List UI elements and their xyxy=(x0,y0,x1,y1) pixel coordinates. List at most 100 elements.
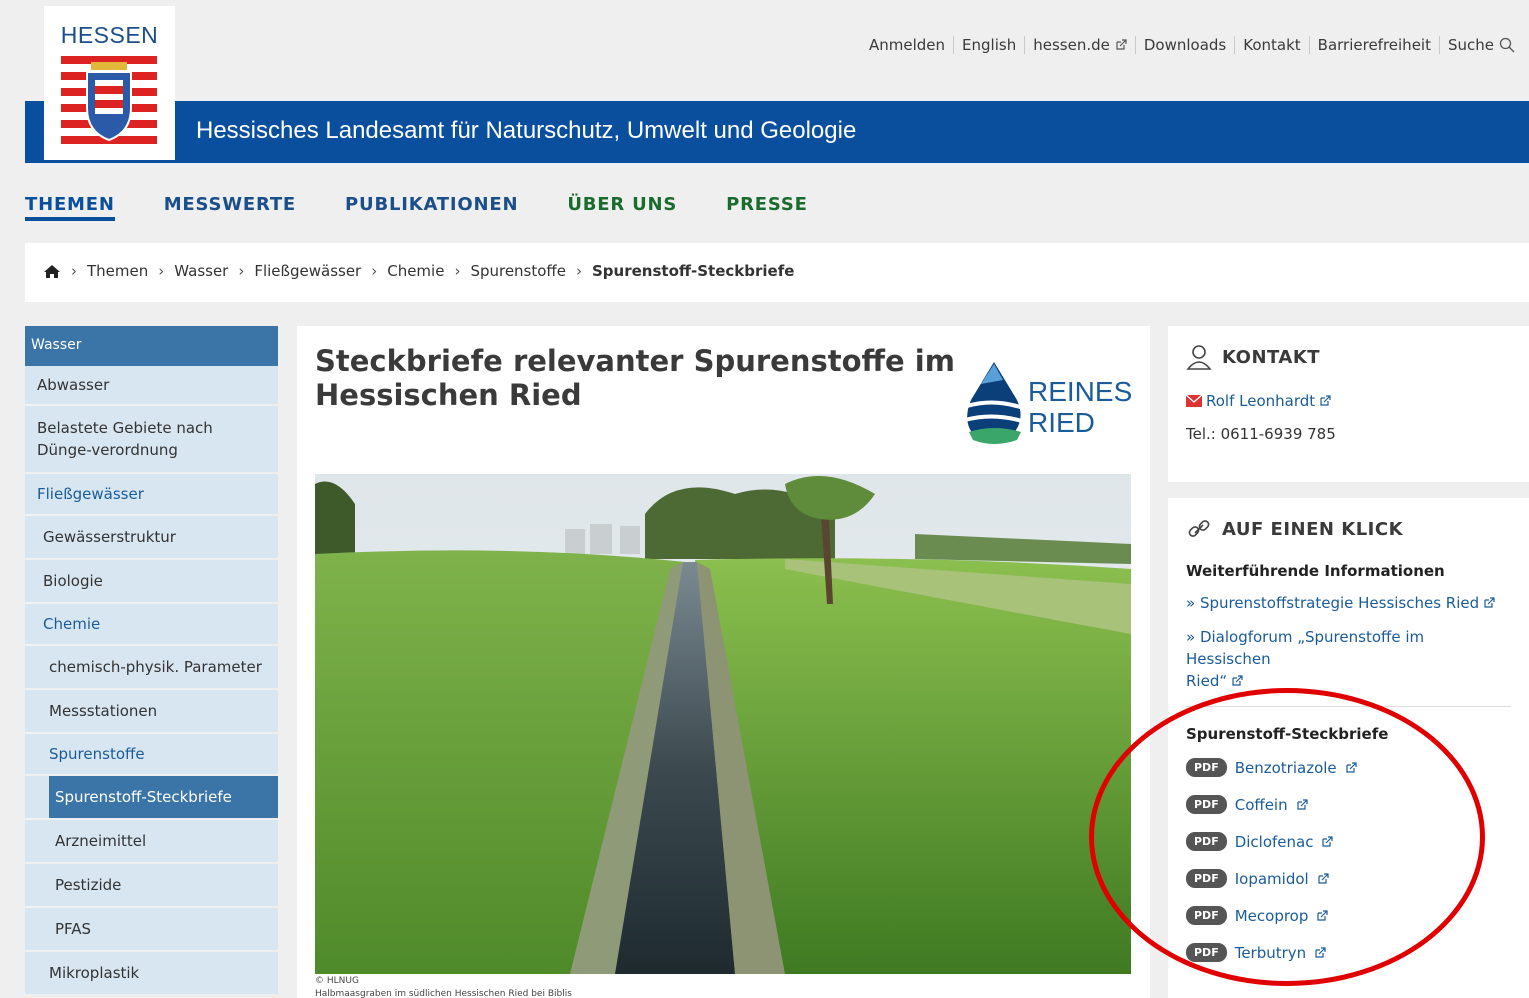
search-button[interactable]: Suche xyxy=(1438,36,1523,54)
quick-links-box: AUF EINEN KLICK Weiterführende Informati… xyxy=(1168,498,1529,998)
photo-caption: Halbmaasgraben im südlichen Hessischen R… xyxy=(315,989,572,998)
nav-publikationen[interactable]: PUBLIKATIONEN xyxy=(345,194,518,221)
hessen-de-label: hessen.de xyxy=(1033,36,1110,54)
sidebar-item-pfas[interactable]: PFAS xyxy=(25,908,278,952)
chevron-right-icon: › xyxy=(371,262,378,280)
kontakt-link[interactable]: Kontakt xyxy=(1234,36,1308,54)
quick-links-heading-label: AUF EINEN KLICK xyxy=(1222,518,1404,540)
photo-credit: © HLNUG xyxy=(315,976,359,986)
logo-line-1: REINES xyxy=(1028,376,1133,407)
hessen-de-link[interactable]: hessen.de xyxy=(1024,36,1135,54)
kontakt-phone: Tel.: 0611-6939 785 xyxy=(1186,425,1336,443)
sidebar-item-fliessgewaesser[interactable]: Fließgewässer xyxy=(25,474,278,516)
hessen-logo[interactable]: HESSEN xyxy=(44,6,175,160)
nav-presse[interactable]: PRESSE xyxy=(726,194,808,221)
external-link-icon xyxy=(1297,798,1308,810)
link-spurenstoffstrategie[interactable]: » Spurenstoffstrategie Hessisches Ried xyxy=(1186,594,1511,612)
breadcrumb-fliessgewaesser[interactable]: Fließgewässer xyxy=(254,262,361,280)
sidebar-item-mikroplastik[interactable]: Mikroplastik xyxy=(25,952,278,996)
search-label: Suche xyxy=(1447,36,1494,54)
login-label: Anmelden xyxy=(869,36,946,54)
pdf-link-coffein[interactable]: PDF Coffein xyxy=(1186,786,1511,823)
breadcrumb: › Themen › Wasser › Fließgewässer › Chem… xyxy=(25,243,1529,302)
pdf-link-terbutryn[interactable]: PDF Terbutryn xyxy=(1186,934,1511,971)
english-link[interactable]: English xyxy=(953,36,1024,54)
agency-title[interactable]: Hessisches Landesamt für Naturschutz, Um… xyxy=(196,117,856,145)
link-dialogforum-line2: Ried“ xyxy=(1186,672,1228,690)
link-spurenstoffstrategie-label: » Spurenstoffstrategie Hessisches Ried xyxy=(1186,594,1480,612)
logo-line-2: RIED xyxy=(1028,407,1095,438)
english-label: English xyxy=(962,36,1017,54)
pdf-badge: PDF xyxy=(1186,906,1227,925)
logo-text: HESSEN xyxy=(60,22,159,48)
person-icon xyxy=(1186,345,1212,370)
chevron-right-icon: › xyxy=(158,262,165,280)
pdf-label-terbutryn: Terbutryn xyxy=(1234,943,1307,962)
sidebar-item-belastete-gebiete[interactable]: Belastete Gebiete nach Dünge-verordnung xyxy=(25,406,278,474)
barrierefreiheit-link[interactable]: Barrierefreiheit xyxy=(1308,36,1439,54)
breadcrumb-spurenstoffe[interactable]: Spurenstoffe xyxy=(470,262,566,280)
main-nav: THEMEN MESSWERTE PUBLIKATIONEN ÜBER UNS … xyxy=(25,194,808,221)
pdf-badge: PDF xyxy=(1186,832,1227,851)
sidebar-item-gewaesserstruktur[interactable]: Gewässerstruktur xyxy=(25,516,278,560)
link-dialogforum-line1: » Dialogforum „Spurenstoffe im Hessische… xyxy=(1186,628,1425,668)
search-icon xyxy=(1499,37,1515,53)
pdf-label-benzotriazole: Benzotriazole xyxy=(1234,758,1337,777)
pdf-link-mecoprop[interactable]: PDF Mecoprop xyxy=(1186,897,1511,934)
pdf-link-diclofenac[interactable]: PDF Diclofenac xyxy=(1186,823,1511,860)
quick-links-heading: AUF EINEN KLICK xyxy=(1186,516,1511,542)
pdf-link-benzotriazole[interactable]: PDF Benzotriazole xyxy=(1186,749,1511,786)
kontakt-email-link[interactable]: Rolf Leonhardt xyxy=(1186,392,1511,410)
reines-ried-logo-icon xyxy=(964,362,1026,444)
sidebar-item-biologie[interactable]: Biologie xyxy=(25,560,278,604)
breadcrumb-current: Spurenstoff-Steckbriefe xyxy=(592,262,795,280)
sidebar: Wasser Abwasser Belastete Gebiete nach D… xyxy=(25,326,278,996)
hessen-crest-icon xyxy=(61,52,157,150)
breadcrumb-chemie[interactable]: Chemie xyxy=(387,262,444,280)
sidebar-item-arzneimittel[interactable]: Arzneimittel xyxy=(25,820,278,864)
sidebar-item-steckbriefe[interactable]: Spurenstoff-Steckbriefe xyxy=(49,776,278,818)
nav-themen[interactable]: THEMEN xyxy=(25,194,115,221)
breadcrumb-themen[interactable]: Themen xyxy=(87,262,148,280)
kontakt-name: Rolf Leonhardt xyxy=(1206,392,1316,410)
sidebar-item-abwasser[interactable]: Abwasser xyxy=(25,366,278,406)
further-info-heading: Weiterführende Informationen xyxy=(1186,562,1445,580)
external-link-icon xyxy=(1232,675,1243,686)
kontakt-heading-label: KONTAKT xyxy=(1222,346,1321,368)
top-utility-bar: Anmelden English hessen.de Downloads Kon… xyxy=(0,0,1529,100)
sidebar-header[interactable]: Wasser xyxy=(25,326,278,366)
login-link[interactable]: Anmelden xyxy=(861,36,953,54)
external-link-icon xyxy=(1346,761,1357,773)
nav-messwerte[interactable]: MESSWERTE xyxy=(164,194,296,221)
kontakt-box: KONTAKT Rolf Leonhardt Tel.: 0611-6939 7… xyxy=(1168,326,1529,482)
steckbriefe-heading: Spurenstoff-Steckbriefe xyxy=(1186,725,1389,743)
downloads-link[interactable]: Downloads xyxy=(1134,36,1234,54)
kontakt-label: Kontakt xyxy=(1243,36,1301,54)
chevron-right-icon: › xyxy=(71,262,77,280)
sidebar-item-pestizide[interactable]: Pestizide xyxy=(25,864,278,908)
kontakt-heading: KONTAKT xyxy=(1186,344,1511,370)
chevron-right-icon: › xyxy=(238,262,245,280)
external-link-icon xyxy=(1318,872,1329,884)
external-link-icon xyxy=(1116,39,1127,50)
downloads-label: Downloads xyxy=(1143,36,1227,54)
chevron-right-icon: › xyxy=(454,262,461,280)
sidebar-item-messstationen[interactable]: Messstationen xyxy=(25,690,278,734)
agency-banner: Hessisches Landesamt für Naturschutz, Um… xyxy=(25,101,1529,163)
chevron-right-icon: › xyxy=(576,262,582,280)
sidebar-active-wrap: Spurenstoff-Steckbriefe xyxy=(25,776,278,820)
reines-ried-logo-text: REINES RIED xyxy=(1028,376,1132,438)
sidebar-item-spurenstoffe[interactable]: Spurenstoffe xyxy=(25,734,278,776)
pdf-label-coffein: Coffein xyxy=(1234,795,1288,814)
home-icon[interactable] xyxy=(43,264,61,279)
sidebar-item-chemie[interactable]: Chemie xyxy=(25,604,278,646)
link-dialogforum[interactable]: » Dialogforum „Spurenstoffe im Hessische… xyxy=(1186,626,1511,707)
pdf-label-iopamidol: Iopamidol xyxy=(1234,869,1309,888)
nav-ueber-uns[interactable]: ÜBER UNS xyxy=(567,194,677,221)
sidebar-item-chem-phys-parameter[interactable]: chemisch-physik. Parameter xyxy=(25,646,278,690)
barrierefreiheit-label: Barrierefreiheit xyxy=(1317,36,1431,54)
breadcrumb-wasser[interactable]: Wasser xyxy=(174,262,228,280)
pdf-badge: PDF xyxy=(1186,795,1227,814)
pdf-link-iopamidol[interactable]: PDF Iopamidol xyxy=(1186,860,1511,897)
external-link-icon xyxy=(1322,835,1334,847)
